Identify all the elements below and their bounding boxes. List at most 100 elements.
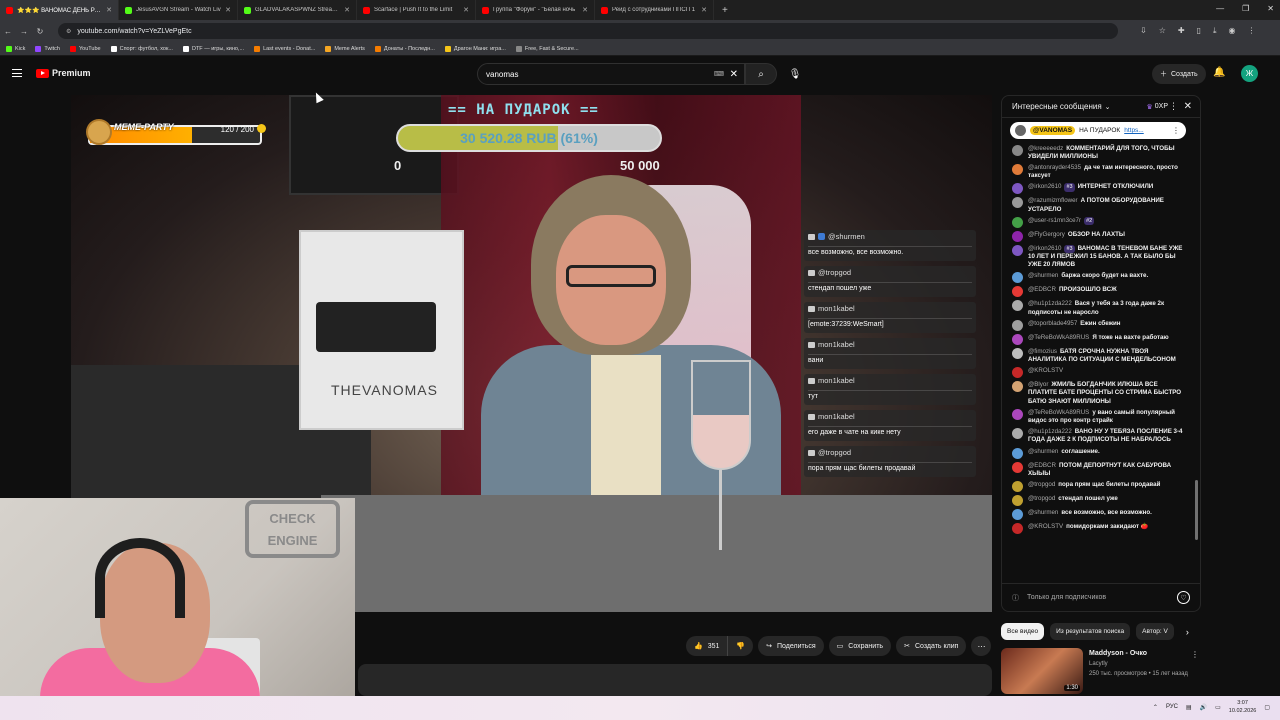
chat-author[interactable]: @EDBCR: [1028, 462, 1056, 469]
chat-message[interactable]: @fimozius БАТЯ СРОЧНА НУЖНА ТВОЯ АНАЛИТИК…: [1012, 346, 1186, 365]
save-button[interactable]: ▭ Сохранить: [828, 636, 892, 656]
chat-message[interactable]: @Blyor ЖМИЛЬ БОГДАНЧИК ИЛЮША ВСЕ ПЛАТИТЕ …: [1012, 380, 1186, 408]
bookmark-item[interactable]: Free, Fast & Secure...: [515, 45, 579, 52]
video-channel[interactable]: Lacytly: [1089, 661, 1201, 667]
chat-author[interactable]: @shurmen: [1028, 448, 1058, 455]
heart-icon[interactable]: ♡: [1177, 591, 1190, 604]
install-icon[interactable]: ⇩: [1140, 26, 1147, 36]
chat-scrollbar[interactable]: [1195, 480, 1198, 540]
search-button[interactable]: ⌕: [745, 63, 777, 85]
chat-author[interactable]: @hu1p1zda222: [1028, 300, 1072, 307]
chat-author[interactable]: @antonrayder4535: [1028, 164, 1081, 171]
chat-author[interactable]: @TeReBoWkA89RUS: [1028, 409, 1089, 416]
forward-icon[interactable]: →: [16, 27, 32, 36]
chat-message[interactable]: @hu1p1zda222 Вася у тебя за 3 года даже 2…: [1012, 299, 1186, 318]
more-actions-button[interactable]: ⋯: [971, 636, 992, 656]
chat-author[interactable]: @KROLSTV: [1028, 367, 1063, 374]
chat-author[interactable]: @FlyGergory: [1028, 231, 1065, 238]
clip-button[interactable]: ✂ Создать клип: [896, 636, 967, 656]
bookmark-item[interactable]: DTF — игры, кино,...: [182, 45, 244, 52]
maximize-icon[interactable]: ❐: [1242, 4, 1249, 13]
chat-mode-select[interactable]: Интересные сообщения: [1012, 102, 1102, 111]
chat-author[interactable]: @kreeeeedz: [1028, 145, 1063, 152]
site-info-icon[interactable]: ⚙: [66, 28, 71, 35]
bookmark-item[interactable]: YouTube: [69, 45, 101, 52]
chat-author[interactable]: @toporblade4957: [1028, 320, 1077, 327]
chat-message[interactable]: @toporblade4957 Ежин сбежин: [1012, 318, 1186, 332]
chat-author[interactable]: @tropgod: [1028, 481, 1055, 488]
chat-message[interactable]: @user-rs1mn3ce7r #2: [1012, 215, 1186, 229]
chat-message[interactable]: @EDBCR ПОТОМ ДЕПОРТНУТ КАК САБУРОВА ХЫЫЫ: [1012, 460, 1186, 479]
close-chat-icon[interactable]: ✕: [1184, 101, 1192, 112]
video-more-icon[interactable]: ⋮: [1191, 650, 1199, 659]
chat-author[interactable]: @shurmen: [1028, 272, 1058, 279]
chat-message[interactable]: @irkon2610 #3 ИНТЕРНЕТ ОТКЛЮЧИЛИ: [1012, 182, 1186, 196]
browser-tab[interactable]: ⭐⭐⭐ ВАНОМАС ДЕНЬ РОЖ ✕: [0, 0, 119, 20]
tab-close-icon[interactable]: ✕: [106, 6, 112, 14]
tab-close-icon[interactable]: ✕: [344, 6, 350, 14]
chat-message[interactable]: @razumizmflower А ПОТОМ ОБОРУДОВАНИЕ УСТА…: [1012, 196, 1186, 215]
chat-message[interactable]: @EDBCR ПРОИЗОШЛО ВСЖ: [1012, 285, 1186, 299]
like-button[interactable]: 👍 351: [686, 636, 729, 656]
notifications-icon[interactable]: ▢: [1264, 704, 1270, 711]
download-icon[interactable]: ⤓: [1213, 26, 1217, 36]
chat-author[interactable]: @fimozius: [1028, 348, 1057, 355]
browser-tab[interactable]: Рейд с сотрудниками ППСП 1 ✕: [595, 0, 714, 20]
keyboard-icon[interactable]: ⌨: [714, 70, 724, 78]
clock[interactable]: 3:07 10.02.2026: [1229, 699, 1257, 715]
chat-message[interactable]: @tropgod стендап пошел уже: [1012, 493, 1186, 507]
chat-message[interactable]: @hu1p1zda222 ВАНО НУ У ТЕБЯЗА ПОСЛЕНИЕ 3-…: [1012, 427, 1186, 446]
new-tab-button[interactable]: +: [714, 5, 736, 16]
browser-tab[interactable]: Группа "Форум" - "Белая ночь ✕: [476, 0, 595, 20]
profile-icon[interactable]: ◉: [1229, 26, 1236, 36]
share-button[interactable]: ↪ Поделиться: [758, 636, 824, 656]
bookmark-item[interactable]: Спорт: футбол, хок...: [110, 45, 173, 52]
video-thumbnail[interactable]: 1:30: [1001, 648, 1083, 694]
video-title[interactable]: Maddyson - Очко: [1089, 650, 1201, 657]
chat-author[interactable]: @EDBCR: [1028, 286, 1056, 293]
tab-close-icon[interactable]: ✕: [463, 6, 469, 14]
chat-author[interactable]: @tropgod: [1028, 495, 1055, 502]
chat-more-icon[interactable]: ⋮: [1169, 101, 1178, 112]
chat-message[interactable]: @antonrayder4535 да че там интересного, п…: [1012, 162, 1186, 181]
bookmark-item[interactable]: Донаты - Последн...: [374, 45, 435, 52]
chat-message[interactable]: @KROLSTV: [1012, 366, 1186, 380]
chat-message[interactable]: @TeReBoWkA89RUS Я тоже на вахте работаю: [1012, 332, 1186, 346]
pinned-message[interactable]: @VANOMAS НА ПУДАРОК https... ⋮: [1010, 122, 1186, 139]
bookmark-item[interactable]: Kick: [6, 45, 25, 52]
clear-search-icon[interactable]: ✕: [730, 69, 738, 80]
bookmark-item[interactable]: Драгон Мани: игра...: [444, 45, 506, 52]
chat-message[interactable]: @TeReBoWkA89RUS у вано самый популярный в…: [1012, 407, 1186, 426]
chat-message[interactable]: @tropgod пора прям щас билеты продавай: [1012, 479, 1186, 493]
chevron-right-icon[interactable]: ›: [1186, 627, 1189, 637]
bookmark-item[interactable]: Meme Alerts: [325, 45, 365, 52]
tab-close-icon[interactable]: ✕: [582, 6, 588, 14]
dislike-button[interactable]: 👎: [728, 636, 754, 656]
browser-tab[interactable]: GLADVALAKASPWNZ Stream - ✕: [238, 0, 357, 20]
chat-message-list[interactable]: @kreeeeedz КОММЕНТАРИЙ ДЛЯ ТОГО, ЧТОБЫ УВ…: [1002, 143, 1200, 589]
chat-author[interactable]: @TeReBoWkA89RUS: [1028, 334, 1089, 341]
network-icon[interactable]: ▤: [1186, 704, 1192, 711]
menu-icon[interactable]: ⋮: [1248, 26, 1256, 36]
chat-author[interactable]: @shurmen: [1028, 509, 1058, 516]
menu-hamburger-icon[interactable]: [12, 69, 22, 77]
pinned-link[interactable]: https...: [1124, 127, 1144, 134]
chat-author[interactable]: @KROLSTV: [1028, 523, 1063, 530]
chat-message[interactable]: @shurmen баржа скоро будет на вахте.: [1012, 271, 1186, 285]
chat-message[interactable]: @kreeeeedz КОММЕНТАРИЙ ДЛЯ ТОГО, ЧТОБЫ УВ…: [1012, 143, 1186, 162]
xp-badge[interactable]: ♛ 0XP: [1146, 103, 1168, 111]
close-window-icon[interactable]: ✕: [1267, 4, 1274, 13]
minimize-icon[interactable]: —: [1216, 4, 1224, 13]
filter-chip[interactable]: Из результатов поиска: [1050, 623, 1131, 640]
browser-tab[interactable]: Scarface | Push It to the Limit ✕: [357, 0, 476, 20]
chat-author[interactable]: @hu1p1zda222: [1028, 428, 1072, 435]
tab-close-icon[interactable]: ✕: [701, 6, 707, 14]
chat-author[interactable]: @Blyor: [1028, 381, 1048, 388]
notifications-bell-icon[interactable]: 🔔: [1213, 67, 1225, 78]
description-box[interactable]: [358, 664, 992, 696]
chevron-down-icon[interactable]: ⌄: [1105, 103, 1111, 111]
chat-message[interactable]: @shurmen соглашение.: [1012, 446, 1186, 460]
create-button[interactable]: ＋ Создать: [1152, 64, 1206, 84]
volume-icon[interactable]: 🔊: [1200, 704, 1207, 711]
extensions-icon[interactable]: ✚: [1178, 26, 1185, 36]
